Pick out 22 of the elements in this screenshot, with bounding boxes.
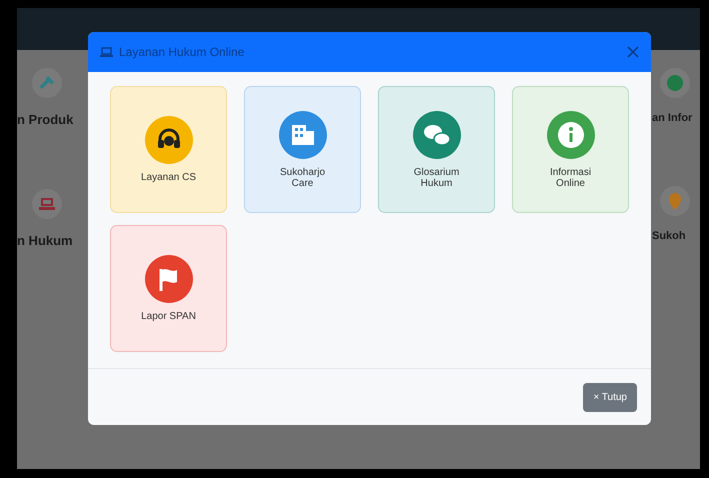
close-icon[interactable] bbox=[627, 46, 639, 58]
card-title: n Hukum bbox=[17, 233, 73, 248]
tile-label: Sukoharjo Care bbox=[278, 166, 326, 188]
tile-label: Layanan CS bbox=[140, 172, 198, 183]
card-title: n Produk bbox=[17, 112, 74, 127]
card-title: Sukoh bbox=[652, 230, 686, 242]
service-tile[interactable]: Layanan CS bbox=[110, 86, 227, 213]
tile-label: Lapor SPAN bbox=[140, 311, 197, 322]
service-tile[interactable]: Lapor SPAN bbox=[110, 225, 227, 352]
modal-title: Layanan Hukum Online bbox=[119, 45, 246, 59]
laptop-icon bbox=[100, 46, 113, 58]
card-title: an Infor bbox=[652, 112, 692, 124]
tile-label: Glosarium Hukum bbox=[412, 166, 460, 188]
info-icon bbox=[660, 68, 690, 98]
laptop-icon bbox=[32, 189, 62, 219]
map-pin-icon bbox=[660, 186, 690, 216]
tile-label: Informasi Online bbox=[548, 166, 592, 188]
service-tile[interactable]: Glosarium Hukum bbox=[378, 86, 495, 213]
service-tile[interactable]: Sukoharjo Care bbox=[244, 86, 361, 213]
close-button[interactable]: × Tutup bbox=[583, 382, 637, 412]
service-tile[interactable]: Informasi Online bbox=[512, 86, 629, 213]
hammer-icon bbox=[32, 68, 62, 98]
